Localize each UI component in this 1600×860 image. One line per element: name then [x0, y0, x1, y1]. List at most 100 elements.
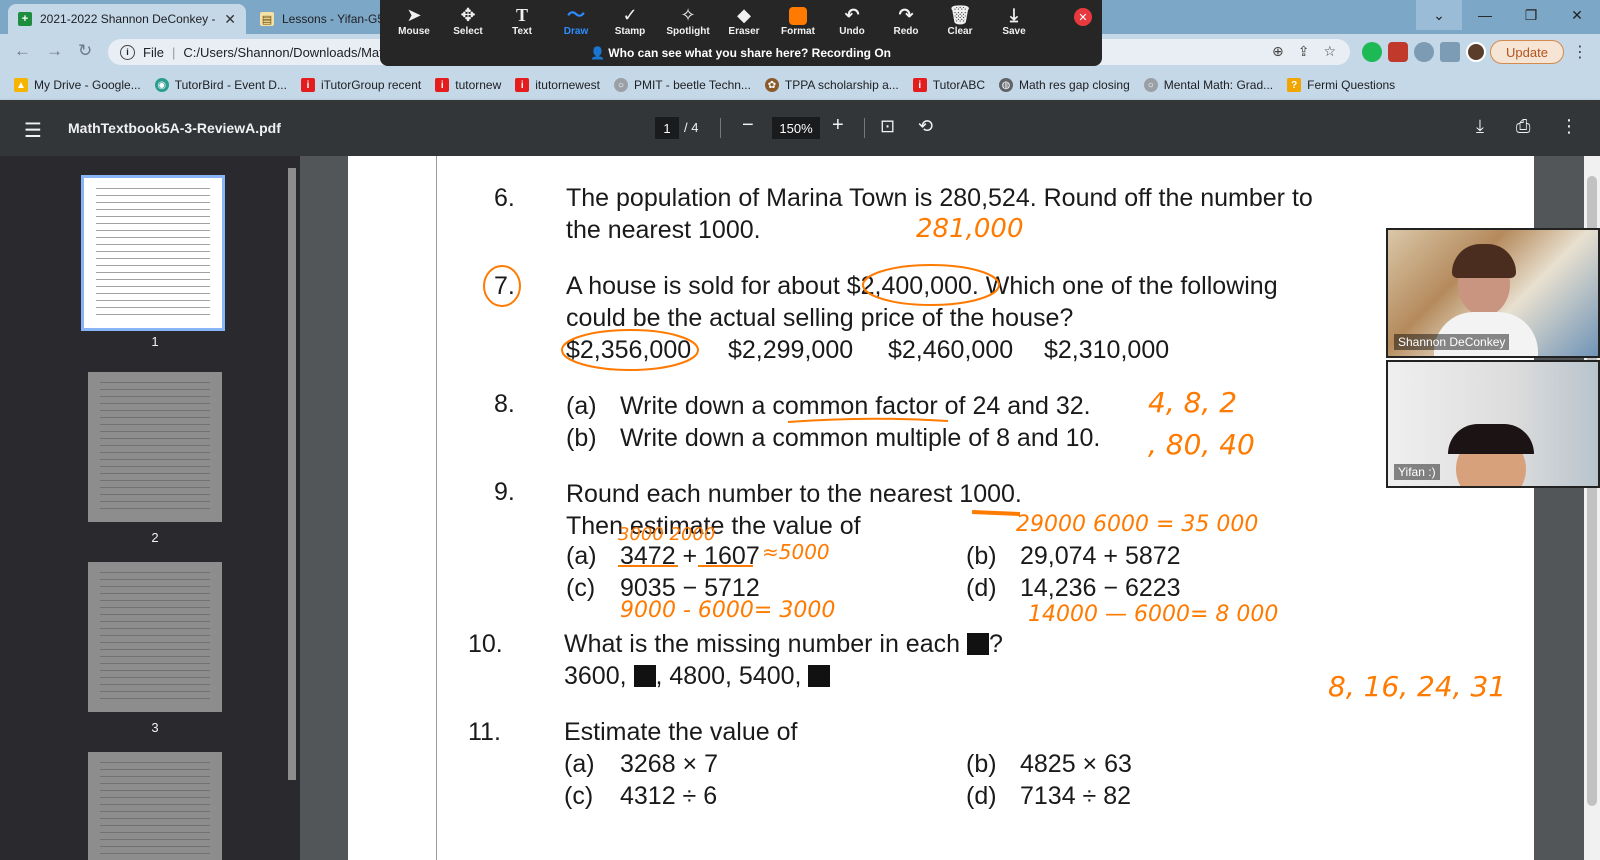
format-color-icon — [789, 7, 807, 26]
info-icon[interactable]: i — [120, 44, 135, 60]
window-controls: ⌄ — ❐ ✕ — [1416, 0, 1600, 30]
page-icon: ▤ — [260, 12, 274, 26]
reload-icon[interactable]: ↻ — [78, 41, 92, 61]
save-tool[interactable]: ⤓ Save — [986, 4, 1042, 37]
thumbnail-number: 3 — [151, 720, 159, 735]
mouse-tool[interactable]: ➤ Mouse — [386, 4, 442, 37]
update-button[interactable]: Update — [1490, 40, 1564, 64]
bookmark-item[interactable]: ✿ TPPA scholarship a... — [764, 78, 899, 92]
bookmark-item[interactable]: ? Fermi Questions — [1287, 78, 1395, 92]
pdf-page: 6. The population of Marina Town is 280,… — [348, 156, 1534, 860]
pdf-filename: MathTextbook5A-3-ReviewA.pdf — [68, 120, 281, 136]
recording-note[interactable]: 👤 Who can see what you share here? Recor… — [590, 46, 891, 60]
rotate-icon[interactable]: ⟲ — [918, 116, 933, 137]
menu-hamburger-icon[interactable]: ☰ — [24, 118, 42, 143]
globe-icon: ◍ — [999, 78, 1014, 92]
text-tool[interactable]: T Text — [494, 4, 550, 37]
bookmark-item[interactable]: i TutorABC — [912, 78, 985, 92]
circle-mark — [862, 264, 1000, 306]
thumbnail-page-1[interactable] — [81, 175, 225, 331]
hair — [1452, 244, 1516, 278]
video-tile-teacher[interactable]: Shannon DeConkey — [1386, 228, 1600, 358]
itutor-icon: i — [435, 78, 450, 92]
draw-tool[interactable]: 〜 Draw — [548, 4, 604, 37]
underline-mark — [971, 510, 1021, 516]
bookmark-item[interactable]: ◍ Math res gap closing — [999, 78, 1130, 92]
bookmark-item[interactable]: i itutornewest — [515, 78, 600, 92]
select-tool[interactable]: ✥ Select — [440, 4, 496, 37]
bookmark-item[interactable]: ▲ My Drive - Google... — [14, 78, 141, 92]
hair — [1448, 424, 1534, 454]
stamp-tool[interactable]: ✓ Stamp — [602, 4, 658, 37]
redo-icon: ↷ — [898, 5, 914, 25]
pdf-toolbar: ☰ MathTextbook5A-3-ReviewA.pdf 1 / 4 − 1… — [0, 100, 1600, 156]
minimize-icon[interactable]: — — [1462, 0, 1508, 30]
back-icon[interactable]: ← — [14, 41, 31, 61]
check-icon: ✓ — [622, 5, 638, 25]
extension-icon[interactable] — [1388, 42, 1408, 62]
eraser-tool[interactable]: ◆ Eraser — [716, 4, 772, 37]
bookmark-item[interactable]: i tutornew — [435, 78, 501, 92]
spotlight-icon: ✧ — [680, 5, 696, 25]
text-icon: T — [515, 5, 528, 25]
bookmark-star-icon[interactable]: ☆ — [1323, 43, 1336, 60]
bookmarks-bar: ▲ My Drive - Google... ◉ TutorBird - Event… — [0, 70, 1600, 100]
print-icon[interactable]: ⎙ — [1516, 116, 1530, 137]
zoom-icon[interactable]: ⊕ — [1272, 43, 1284, 60]
redo-tool[interactable]: ↷ Redo — [878, 4, 934, 37]
zoom-out-icon[interactable]: − — [742, 114, 754, 137]
fit-page-icon[interactable]: ⊡ — [880, 116, 895, 137]
restore-icon[interactable]: ❐ — [1508, 0, 1554, 30]
file-label: File — [143, 44, 164, 60]
trash-icon: 🗑 — [948, 5, 972, 25]
bookmark-item[interactable]: ○ PMIT - beetle Techn... — [613, 78, 751, 92]
zoom-input[interactable]: 150% — [772, 117, 820, 139]
itutor-icon: i — [300, 78, 315, 92]
participant-name: Shannon DeConkey — [1394, 334, 1510, 350]
download-icon[interactable]: ⤓ — [1476, 116, 1484, 137]
clear-tool[interactable]: 🗑 Clear — [932, 4, 988, 37]
tab-title: Lessons - Yifan-G5 — [282, 12, 380, 26]
spotlight-tool[interactable]: ✧ Spotlight — [656, 4, 720, 37]
underline-mark — [787, 417, 949, 423]
thumbnail-page-3[interactable] — [88, 562, 222, 712]
forward-icon[interactable]: → — [46, 41, 63, 61]
globe-icon: ○ — [1143, 78, 1158, 92]
more-options-icon[interactable]: ⋮ — [1560, 116, 1578, 137]
share-icon[interactable]: ⇪ — [1298, 43, 1310, 60]
tab-sheets[interactable]: + 2021-2022 Shannon DeConkey - ✕ — [8, 4, 246, 34]
video-tile-student[interactable]: Yifan :) — [1386, 360, 1600, 488]
sheets-icon: + — [18, 12, 32, 26]
extension-icon[interactable] — [1362, 42, 1382, 62]
bookmark-item[interactable]: i iTutorGroup recent — [300, 78, 421, 92]
globe-icon: ○ — [613, 78, 628, 92]
zoom-in-icon[interactable]: + — [832, 114, 844, 137]
thumbnail-page-4[interactable] — [88, 752, 222, 860]
thumbnail-page-2[interactable] — [88, 372, 222, 522]
format-tool[interactable]: Format — [770, 4, 826, 37]
ink-annotations — [483, 264, 1021, 567]
menu-icon[interactable]: ⋮ — [1572, 42, 1588, 62]
itutor-icon: i — [515, 78, 530, 92]
close-tab-icon[interactable]: ✕ — [216, 11, 236, 28]
extension-icon[interactable] — [1440, 42, 1460, 62]
itutor-icon: i — [912, 78, 927, 92]
bookmark-item[interactable]: ◉ TutorBird - Event D... — [154, 78, 287, 92]
drive-icon: ▲ — [14, 78, 28, 92]
extension-icon[interactable] — [1414, 42, 1434, 62]
page-total: / 4 — [684, 120, 699, 135]
cursor-icon: ➤ — [406, 5, 422, 25]
tppa-icon: ✿ — [764, 78, 779, 92]
tab-lessons[interactable]: ▤ Lessons - Yifan-G5 — [250, 4, 380, 34]
tutorbird-icon: ◉ — [154, 78, 169, 92]
avatar[interactable] — [1466, 42, 1486, 62]
tab-search-icon[interactable]: ⌄ — [1416, 0, 1462, 30]
thumbnail-number: 2 — [151, 530, 159, 545]
undo-tool[interactable]: ↶ Undo — [824, 4, 880, 37]
sidebar-scrollbar[interactable] — [288, 168, 296, 780]
thumbnail-sidebar: 1 2 3 — [0, 156, 300, 860]
page-number-input[interactable]: 1 — [655, 117, 679, 139]
bookmark-item[interactable]: ○ Mental Math: Grad... — [1143, 78, 1273, 92]
close-annotation-icon[interactable]: ✕ — [1074, 8, 1092, 26]
close-window-icon[interactable]: ✕ — [1554, 0, 1600, 30]
